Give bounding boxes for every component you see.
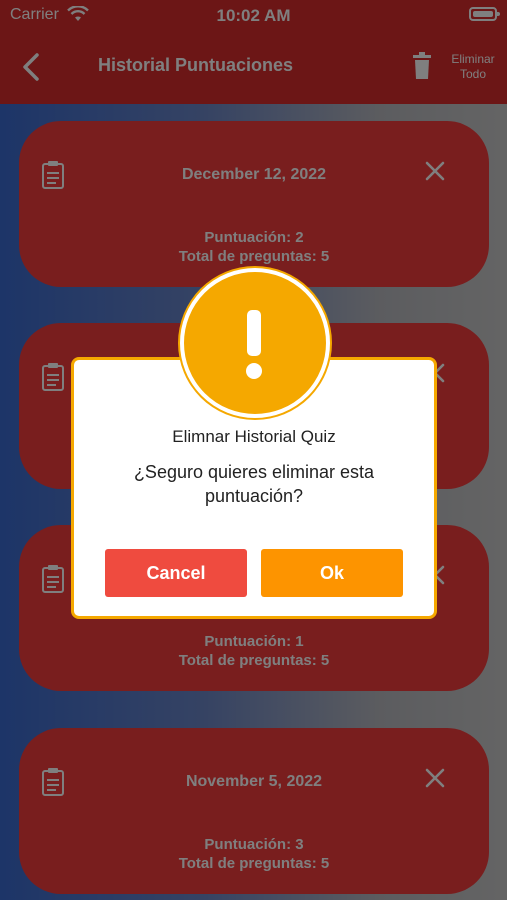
cancel-button[interactable]: Cancel <box>105 549 247 597</box>
dialog-title: Elimnar Historial Quiz <box>172 427 336 446</box>
dialog-message: ¿Seguro quieres eliminar esta puntuación… <box>133 462 375 506</box>
ok-button[interactable]: Ok <box>261 549 403 597</box>
warning-icon <box>180 268 330 418</box>
